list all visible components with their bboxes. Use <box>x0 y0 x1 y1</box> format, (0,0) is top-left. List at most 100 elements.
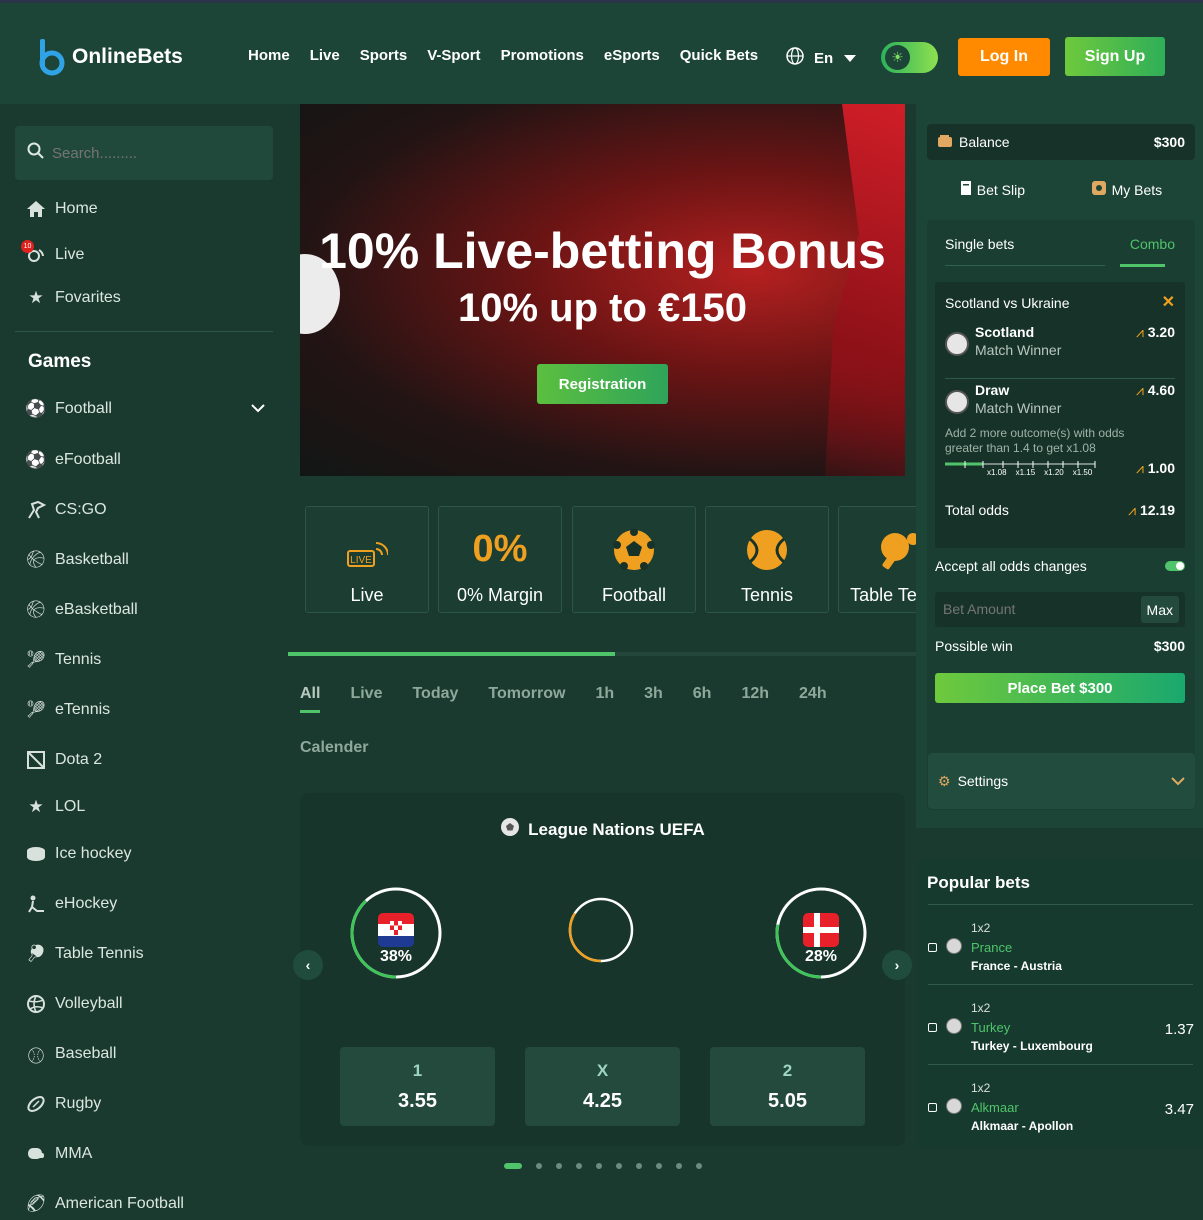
popular-bet-item[interactable]: 1x2 Turkey Turkey - Luxembourg 1.37 <box>918 989 1203 1069</box>
search-box[interactable] <box>15 126 273 180</box>
category-live[interactable]: LIVE Live <box>305 506 429 613</box>
close-icon[interactable]: ✕ <box>1162 292 1175 312</box>
checkbox[interactable] <box>928 943 937 952</box>
bet-selection[interactable]: Draw Match Winner ⩘ 4.60 <box>945 382 1175 428</box>
sidebar-item-table-tennis[interactable]: 🏓︎ Table Tennis <box>25 943 143 965</box>
sidebar-item-baseball[interactable]: ⚾︎ Baseball <box>25 1043 117 1066</box>
category-table-tennis[interactable]: Table Tennis <box>838 506 916 613</box>
sidebar-item-label: eHockey <box>55 895 118 912</box>
nav-esports[interactable]: eSports <box>604 47 660 64</box>
zero-margin-badge: 0% <box>472 528 528 570</box>
theme-toggle[interactable]: ☀ <box>881 42 938 73</box>
carousel-dot[interactable] <box>636 1163 642 1169</box>
category-football[interactable]: Football <box>572 506 696 613</box>
sidebar-item-football[interactable]: ⚽ Football <box>25 398 265 420</box>
settings-dropdown[interactable]: ⚙ Settings <box>928 753 1195 809</box>
place-bet-button[interactable]: Place Bet $300 <box>935 673 1185 703</box>
sidebar-item-csgo[interactable]: CS:GO <box>25 499 107 521</box>
balance-value: $300 <box>1153 134 1185 150</box>
filter-24h[interactable]: 24h <box>799 685 827 713</box>
chevron-down-icon[interactable] <box>251 400 265 418</box>
tab-bet-slip[interactable]: Bet Slip <box>960 180 1025 199</box>
brand-name: OnlineBets <box>72 45 183 68</box>
category-scrollbar[interactable] <box>288 652 916 656</box>
checkbox[interactable] <box>928 1103 937 1112</box>
registration-button[interactable]: Registration <box>537 364 668 404</box>
accept-odds-toggle[interactable] <box>1165 561 1185 571</box>
carousel-prev-button[interactable]: ‹ <box>293 950 323 980</box>
sidebar-item-home[interactable]: Home <box>25 198 98 220</box>
category-zero-margin[interactable]: 0% 0% Margin <box>438 506 562 613</box>
bet-selection[interactable]: Scotland Match Winner ⩘ 3.20 <box>945 324 1175 370</box>
nav-home[interactable]: Home <box>248 47 290 64</box>
logo[interactable]: OnlineBets <box>38 37 183 77</box>
bet-amount-input[interactable] <box>943 601 1113 617</box>
carousel-dot[interactable] <box>616 1163 622 1169</box>
sidebar-item-volleyball[interactable]: Volleyball <box>25 993 123 1015</box>
sidebar-item-ehockey[interactable]: eHockey <box>25 893 117 915</box>
filter-tomorrow[interactable]: Tomorrow <box>488 685 565 713</box>
sidebar-item-ice-hockey[interactable]: Ice hockey <box>25 843 131 865</box>
category-tennis[interactable]: Tennis <box>705 506 829 613</box>
carousel-dot[interactable] <box>676 1163 682 1169</box>
nav-sports[interactable]: Sports <box>360 47 408 64</box>
carousel-dot[interactable] <box>656 1163 662 1169</box>
tab-my-bets[interactable]: My Bets <box>1091 180 1163 199</box>
odd-home-button[interactable]: 1 3.55 <box>340 1047 495 1126</box>
sidebar-item-dota2[interactable]: Dota 2 <box>25 749 102 771</box>
sidebar-item-label: Live <box>55 246 85 263</box>
popular-bet-item[interactable]: 1x2 Prance France - Austria <box>918 909 1203 989</box>
nav-promotions[interactable]: Promotions <box>501 47 584 64</box>
sidebar-item-mma[interactable]: MMA <box>25 1143 92 1165</box>
checkbox[interactable] <box>928 1023 937 1032</box>
carousel-dot[interactable] <box>556 1163 562 1169</box>
football-icon: ⚽ <box>25 399 47 418</box>
sidebar-item-ebasketball[interactable]: 🏀︎ eBasketball <box>25 599 138 621</box>
sidebar-item-lol[interactable]: ★ LOL <box>25 796 85 818</box>
sidebar-item-efootball[interactable]: ⚽ eFootball <box>25 449 120 471</box>
event-name: Scotland vs Ukraine <box>945 295 1070 311</box>
calendar-filter[interactable]: Calender <box>300 739 368 757</box>
nav-live[interactable]: Live <box>310 47 340 64</box>
nav-quick-bets[interactable]: Quick Bets <box>680 47 758 64</box>
search-input[interactable] <box>52 144 252 162</box>
login-button[interactable]: Log In <box>958 38 1050 76</box>
selected-bets-card: Scotland vs Ukraine ✕ Scotland Match Win… <box>935 282 1185 548</box>
odd-away-button[interactable]: 2 5.05 <box>710 1047 865 1126</box>
signup-button[interactable]: Sign Up <box>1065 37 1165 76</box>
carousel-dot[interactable] <box>536 1163 542 1169</box>
filter-6h[interactable]: 6h <box>693 685 712 713</box>
tab-single-bets[interactable]: Single bets <box>945 236 1014 252</box>
sidebar-item-basketball[interactable]: 🏀︎ Basketball <box>25 549 129 571</box>
filter-1h[interactable]: 1h <box>595 685 614 713</box>
carousel-dot[interactable] <box>504 1163 522 1169</box>
popular-bet-item[interactable]: 1x2 Alkmaar Alkmaar - Apollon 3.47 <box>918 1069 1203 1149</box>
language-select[interactable]: En <box>786 47 857 69</box>
filter-12h[interactable]: 12h <box>741 685 769 713</box>
filter-live[interactable]: Live <box>350 685 382 713</box>
multiplier-tick: x1.15 <box>1015 468 1036 477</box>
scrollbar-thumb[interactable] <box>288 652 615 656</box>
sidebar-item-rugby[interactable]: Rugby <box>25 1093 101 1115</box>
possible-win-value: $300 <box>1153 638 1185 654</box>
sidebar-item-live[interactable]: 10 Live <box>21 240 85 266</box>
filter-today[interactable]: Today <box>412 685 458 713</box>
league-title: League Nations UEFA <box>300 817 905 842</box>
nav-v-sport[interactable]: V-Sport <box>427 47 480 64</box>
filter-all[interactable]: All <box>300 685 321 713</box>
sidebar-item-etennis[interactable]: 🎾︎ eTennis <box>25 699 110 721</box>
carousel-next-button[interactable]: › <box>882 950 912 980</box>
max-button[interactable]: Max <box>1140 596 1179 623</box>
odd-draw-button[interactable]: X 4.25 <box>525 1047 680 1126</box>
sidebar-item-tennis[interactable]: 🎾︎ Tennis <box>25 649 101 671</box>
tab-combo[interactable]: Combo <box>1130 236 1175 252</box>
carousel-dot[interactable] <box>696 1163 702 1169</box>
carousel-dot[interactable] <box>596 1163 602 1169</box>
chevron-left-icon: ‹ <box>305 957 311 973</box>
popular-bets: Popular bets 1x2 Prance France - Austria… <box>918 859 1203 1147</box>
sidebar-item-favorites[interactable]: ★ Fovarites <box>25 287 120 309</box>
tab-label: My Bets <box>1111 181 1163 198</box>
filter-3h[interactable]: 3h <box>644 685 663 713</box>
sidebar-item-american-football[interactable]: 🏈︎ American Football <box>25 1193 184 1215</box>
carousel-dot[interactable] <box>576 1163 582 1169</box>
